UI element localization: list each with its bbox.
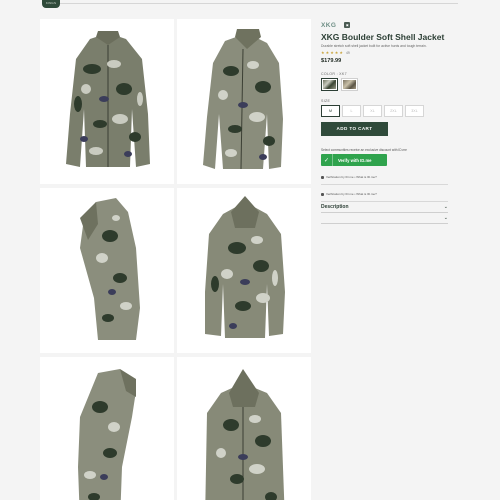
star-icon: ★: [330, 50, 334, 55]
idme-verification-line[interactable]: Verification by ID.me • What is ID.me?: [321, 175, 449, 179]
lock-icon: [321, 175, 324, 179]
size-option[interactable]: L: [342, 105, 361, 117]
product-info-panel: XKG ▣ XKG Boulder Soft Shell Jacket Dura…: [321, 20, 449, 224]
verify-idme-button[interactable]: ✓ Verify with ID.me: [321, 154, 387, 166]
size-option[interactable]: 2XL: [384, 105, 403, 117]
header-divider: [60, 3, 458, 4]
accordion-description[interactable]: Description ⌄: [321, 202, 448, 213]
site-logo[interactable]: KINGS: [42, 0, 60, 8]
add-to-cart-button[interactable]: ADD TO CART: [321, 122, 388, 136]
gallery-image-back[interactable]: [177, 188, 311, 353]
gallery-image-front-angle[interactable]: [177, 19, 311, 184]
size-option[interactable]: M: [321, 105, 340, 117]
shield-check-icon: ✓: [321, 154, 333, 166]
gallery-image-front[interactable]: [40, 19, 174, 184]
size-option[interactable]: 3XL: [405, 105, 424, 117]
color-label: COLOR : XK7: [321, 72, 347, 76]
product-rating[interactable]: ★ ★ ★ ★ ★ 49: [321, 50, 449, 55]
size-label: SIZE: [321, 99, 331, 103]
size-options: M L XL 2XL 3XL: [321, 105, 449, 117]
verification-text: Verification by ID.me • What is ID.me?: [326, 192, 377, 196]
accordion-title: Description: [321, 204, 349, 210]
logo-text: KINGS: [45, 1, 57, 5]
product-price: $179.99: [321, 58, 342, 64]
verify-button-label: Verify with ID.me: [338, 157, 372, 163]
color-swatch-alt[interactable]: [341, 78, 358, 91]
accordion-item[interactable]: ⌄: [321, 213, 448, 224]
idme-verification-line[interactable]: Verification by ID.me • What is ID.me?: [321, 192, 449, 196]
product-accordion: Description ⌄ ⌄: [321, 202, 449, 224]
star-icon: ★: [321, 50, 325, 55]
star-icon: ★: [325, 50, 330, 55]
product-subtitle: Durable stretch soft shell jacket built …: [321, 44, 427, 48]
top-header: [0, 0, 500, 5]
chevron-down-icon: ⌄: [443, 214, 448, 221]
verification-text: Verification by ID.me • What is ID.me?: [326, 175, 377, 179]
star-icon: ★: [339, 50, 343, 55]
gallery-image-front-hood[interactable]: [177, 357, 311, 500]
product-title: XKG Boulder Soft Shell Jacket: [321, 32, 445, 42]
brand-name[interactable]: XKG: [321, 22, 336, 29]
color-swatches: [321, 78, 449, 91]
color-swatch-xk7[interactable]: [321, 78, 338, 91]
star-icon: ★: [334, 50, 339, 55]
discount-note: Select communities receive an exclusive …: [321, 148, 407, 152]
gallery-image-side-left[interactable]: [40, 357, 174, 500]
gallery-image-side-right[interactable]: [40, 188, 174, 353]
size-option[interactable]: XL: [363, 105, 382, 117]
chevron-down-icon: ⌄: [443, 203, 448, 210]
brand-row: XKG ▣: [321, 20, 449, 30]
review-count: 49: [345, 50, 350, 55]
lock-icon: [321, 192, 324, 196]
flag-icon: ▣: [344, 22, 351, 28]
divider: [321, 184, 448, 185]
